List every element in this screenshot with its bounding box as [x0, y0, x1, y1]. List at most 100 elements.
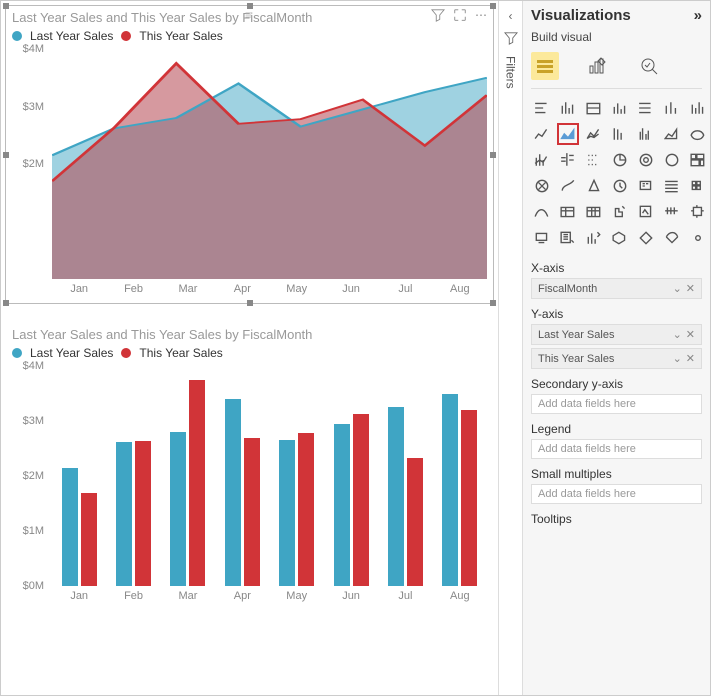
- remove-icon: ✕: [686, 282, 695, 295]
- chart-legend: Last Year Sales This Year Sales: [12, 346, 487, 360]
- bar[interactable]: [334, 424, 350, 586]
- viz-type-icon[interactable]: [531, 175, 553, 197]
- viz-type-icon[interactable]: [609, 201, 631, 223]
- report-canvas[interactable]: ≡ ⋯ Last Year Sales and This Year Sales …: [1, 1, 498, 695]
- viz-type-icon[interactable]: [661, 123, 683, 145]
- legend-label: This Year Sales: [139, 29, 222, 43]
- viz-type-icon[interactable]: [557, 201, 579, 223]
- viz-type-icon[interactable]: [635, 97, 657, 119]
- collapse-icon[interactable]: »: [694, 7, 702, 24]
- bar[interactable]: [225, 399, 241, 586]
- bar-group[interactable]: [433, 366, 487, 586]
- bar-group[interactable]: [215, 366, 269, 586]
- bar-group[interactable]: [378, 366, 432, 586]
- bar[interactable]: [388, 407, 404, 586]
- viz-type-icon[interactable]: [609, 227, 631, 249]
- bar-group[interactable]: [324, 366, 378, 586]
- grip-icon[interactable]: ≡: [245, 8, 254, 22]
- bar[interactable]: [81, 493, 97, 587]
- viz-type-icon[interactable]: [531, 201, 553, 223]
- viz-type-icon[interactable]: [609, 123, 631, 145]
- yaxis-field[interactable]: Last Year Sales⌄✕: [531, 324, 702, 345]
- more-icon[interactable]: ⋯: [475, 8, 487, 25]
- bar-group[interactable]: [52, 366, 106, 586]
- secondary-yaxis-dropzone[interactable]: Add data fields here: [531, 394, 702, 414]
- bar[interactable]: [461, 410, 477, 586]
- bar[interactable]: [407, 458, 423, 586]
- small-multiples-dropzone[interactable]: Add data fields here: [531, 484, 702, 504]
- viz-type-icon[interactable]: [583, 123, 605, 145]
- analytics-tab[interactable]: [635, 52, 663, 80]
- legend-dot-thisyear: [121, 348, 131, 358]
- filter-icon[interactable]: [504, 31, 518, 48]
- viz-type-icon[interactable]: [635, 149, 657, 171]
- pane-subtitle: Build visual: [531, 30, 702, 44]
- viz-type-icon[interactable]: [531, 97, 553, 119]
- viz-type-icon[interactable]: [609, 149, 631, 171]
- filter-icon[interactable]: [431, 8, 445, 25]
- viz-type-icon[interactable]: [687, 123, 709, 145]
- viz-type-icon[interactable]: [583, 227, 605, 249]
- filters-pane-collapsed[interactable]: ‹ Filters: [498, 1, 522, 695]
- collapse-icon[interactable]: ‹: [509, 9, 513, 23]
- viz-type-icon[interactable]: [635, 123, 657, 145]
- format-visual-tab[interactable]: [583, 52, 611, 80]
- legend-dropzone[interactable]: Add data fields here: [531, 439, 702, 459]
- viz-type-icon[interactable]: [531, 227, 553, 249]
- legend-label: This Year Sales: [139, 346, 222, 360]
- bar[interactable]: [353, 414, 369, 586]
- remove-icon: ✕: [686, 352, 695, 365]
- viz-type-icon[interactable]: [687, 201, 709, 223]
- viz-type-icon[interactable]: [557, 123, 579, 145]
- viz-type-icon[interactable]: [661, 227, 683, 249]
- build-visual-tab[interactable]: [531, 52, 559, 80]
- bar[interactable]: [116, 442, 132, 586]
- bar-group[interactable]: [270, 366, 324, 586]
- bar[interactable]: [298, 433, 314, 586]
- viz-type-icon[interactable]: [583, 201, 605, 223]
- viz-type-icon[interactable]: [687, 97, 709, 119]
- viz-type-icon[interactable]: [661, 175, 683, 197]
- bar-group[interactable]: [106, 366, 160, 586]
- viz-type-icon[interactable]: [583, 175, 605, 197]
- area-chart-tile[interactable]: ≡ ⋯ Last Year Sales and This Year Sales …: [5, 5, 494, 304]
- bar[interactable]: [442, 394, 458, 587]
- bar[interactable]: [135, 441, 151, 586]
- viz-type-icon[interactable]: [557, 175, 579, 197]
- viz-type-icon[interactable]: [661, 201, 683, 223]
- viz-type-icon[interactable]: [661, 97, 683, 119]
- bar[interactable]: [244, 438, 260, 587]
- viz-type-icon[interactable]: [687, 227, 709, 249]
- bar[interactable]: [170, 432, 186, 586]
- xaxis-field[interactable]: FiscalMonth⌄✕: [531, 278, 702, 299]
- viz-type-icon[interactable]: [687, 175, 709, 197]
- viz-type-icon[interactable]: [557, 97, 579, 119]
- yaxis-field[interactable]: This Year Sales⌄✕: [531, 348, 702, 369]
- viz-type-icon[interactable]: [531, 149, 553, 171]
- viz-type-icon[interactable]: [557, 227, 579, 249]
- bar-group[interactable]: [161, 366, 215, 586]
- viz-type-icon[interactable]: [531, 123, 553, 145]
- viz-type-icon[interactable]: [609, 97, 631, 119]
- viz-type-icon[interactable]: [635, 201, 657, 223]
- field-label: Legend: [531, 422, 702, 436]
- viz-type-icon[interactable]: [583, 97, 605, 119]
- viz-type-icon[interactable]: [635, 175, 657, 197]
- field-label: Secondary y-axis: [531, 377, 702, 391]
- chart-legend: Last Year Sales This Year Sales: [12, 29, 487, 43]
- field-label: X-axis: [531, 261, 702, 275]
- bar[interactable]: [62, 468, 78, 586]
- chevron-down-icon: ⌄: [673, 282, 682, 295]
- legend-dot-thisyear: [121, 31, 131, 41]
- bar[interactable]: [279, 440, 295, 586]
- viz-type-icon[interactable]: [687, 149, 709, 171]
- viz-type-icon[interactable]: [609, 175, 631, 197]
- field-label: Small multiples: [531, 467, 702, 481]
- viz-type-icon[interactable]: [583, 149, 605, 171]
- bar[interactable]: [189, 380, 205, 586]
- viz-type-icon[interactable]: [557, 149, 579, 171]
- viz-type-icon[interactable]: [635, 227, 657, 249]
- viz-type-icon[interactable]: [661, 149, 683, 171]
- focus-icon[interactable]: [453, 8, 467, 25]
- bar-chart-tile[interactable]: Last Year Sales and This Year Sales by F…: [5, 322, 494, 611]
